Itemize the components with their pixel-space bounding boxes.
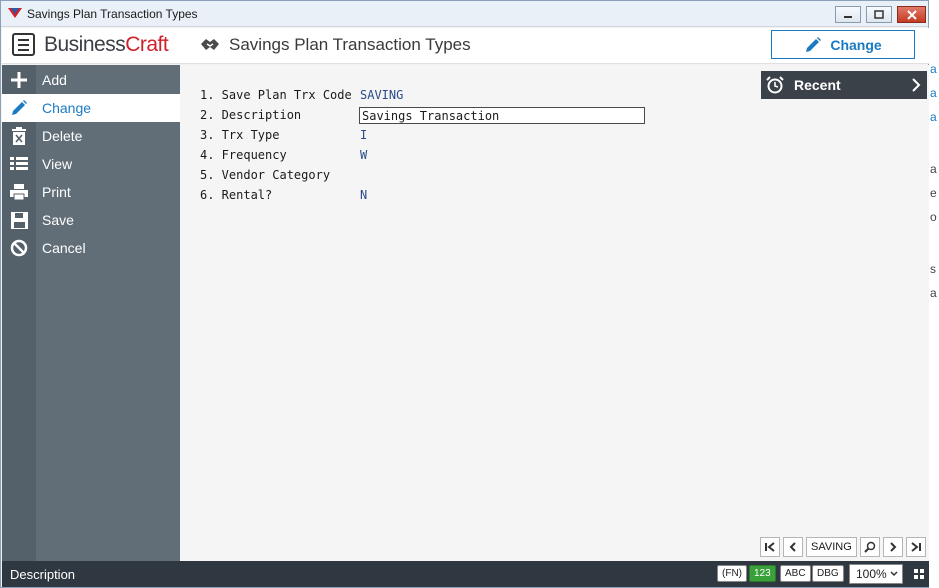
- bg-text-fragment: o: [930, 210, 937, 224]
- change-mode-label: Change: [830, 36, 882, 53]
- chevron-right-icon: [890, 542, 897, 552]
- chevron-left-icon: [789, 542, 796, 552]
- hamburger-line: [18, 43, 29, 46]
- search-icon: [864, 541, 876, 553]
- numlock-badge[interactable]: 123: [749, 565, 776, 582]
- record-navigator: SAVING: [760, 537, 926, 557]
- app-window: Savings Plan Transaction Types BusinessC…: [0, 0, 929, 588]
- debug-badge[interactable]: DBG: [812, 565, 844, 582]
- previous-record-button[interactable]: [783, 537, 803, 557]
- app-header: BusinessCraft Savings Plan Transaction T…: [2, 28, 929, 64]
- sidebar-item-label: Change: [42, 100, 92, 116]
- field-label: 2. Description: [200, 108, 302, 122]
- close-button[interactable]: [897, 6, 926, 23]
- floppy-icon: [10, 211, 28, 229]
- field-rental: 6. Rental? N: [200, 186, 367, 204]
- sidebar-item-label: Cancel: [42, 240, 86, 256]
- first-record-button[interactable]: [760, 537, 780, 557]
- field-label: 6. Rental?: [200, 188, 273, 202]
- field-value: SAVING: [360, 88, 404, 102]
- handshake-icon: [201, 39, 219, 50]
- field-label: 5. Vendor Category: [200, 168, 331, 182]
- recent-panel-button[interactable]: Recent: [761, 71, 927, 99]
- bg-text-fragment: a: [930, 286, 937, 300]
- field-vendor-category: 5. Vendor Category: [200, 166, 360, 184]
- status-bar: Description (FN) 123 ABC DBG 100%: [2, 561, 929, 587]
- sidebar-item-label: Save: [42, 212, 74, 228]
- recent-label: Recent: [794, 77, 841, 93]
- next-record-button[interactable]: [882, 537, 903, 557]
- grid-icon[interactable]: [914, 569, 924, 579]
- caps-badge[interactable]: ABC: [780, 565, 811, 582]
- sidebar-item-add[interactable]: Add: [2, 66, 180, 94]
- field-label: 1. Save Plan Trx Code: [200, 88, 352, 102]
- chevron-right-icon: [912, 78, 921, 92]
- close-icon: [906, 9, 917, 20]
- field-save-plan-trx-code: 1. Save Plan Trx Code SAVING: [200, 86, 403, 104]
- trash-icon: [12, 127, 26, 145]
- logo-text-business: Business: [44, 33, 126, 56]
- background-window-fragment: a a a a e o s a: [929, 0, 939, 588]
- title-bar: Savings Plan Transaction Types: [1, 1, 928, 27]
- list-icon: [10, 157, 28, 170]
- sidebar-item-view[interactable]: View: [2, 150, 180, 178]
- field-trx-type: 3. Trx Type I: [200, 126, 367, 144]
- first-record-icon: [765, 542, 775, 552]
- sidebar-item-label: Print: [42, 184, 71, 200]
- sidebar-item-label: Delete: [42, 128, 83, 144]
- bg-text-fragment: a: [930, 62, 937, 76]
- minimize-button[interactable]: [835, 6, 861, 23]
- bg-text-fragment: a: [930, 110, 937, 124]
- page-title: Savings Plan Transaction Types: [229, 35, 471, 54]
- current-record-code: SAVING: [806, 537, 857, 557]
- sidebar-item-save[interactable]: Save: [2, 206, 180, 234]
- window-title: Savings Plan Transaction Types: [27, 7, 198, 21]
- bg-text-fragment: e: [930, 186, 937, 200]
- sidebar-item-cancel[interactable]: Cancel: [2, 234, 180, 262]
- bg-text-fragment: a: [930, 86, 937, 100]
- hamburger-line: [18, 38, 29, 41]
- sidebar-item-label: Add: [42, 72, 67, 88]
- last-record-button[interactable]: [905, 537, 926, 557]
- last-record-icon: [911, 542, 921, 552]
- main-panel: 1. Save Plan Trx Code SAVING 2. Descript…: [180, 65, 929, 561]
- field-value: W: [360, 148, 368, 162]
- sidebar-item-print[interactable]: Print: [2, 178, 180, 206]
- search-record-button[interactable]: [859, 537, 880, 557]
- bg-text-fragment: a: [930, 162, 937, 176]
- sidebar: Add Change Delete View Print Save Cancel: [2, 65, 180, 561]
- alarm-clock-icon: [766, 76, 784, 94]
- sidebar-item-delete[interactable]: Delete: [2, 122, 180, 150]
- maximize-button[interactable]: [866, 6, 892, 23]
- field-description: 2. Description: [200, 106, 360, 124]
- pencil-icon: [806, 36, 822, 52]
- zoom-select[interactable]: 100%: [849, 564, 903, 584]
- field-value: I: [360, 128, 368, 142]
- logo-text-craft: Craft: [125, 33, 169, 56]
- sidebar-item-label: View: [42, 156, 73, 172]
- maximize-icon: [874, 9, 884, 19]
- printer-icon: [10, 184, 28, 200]
- sidebar-item-change[interactable]: Change: [2, 94, 180, 122]
- field-label: 4. Frequency: [200, 148, 287, 162]
- chevron-down-icon: [890, 571, 898, 577]
- status-text: Description: [10, 567, 76, 582]
- description-input[interactable]: [359, 107, 645, 124]
- field-frequency: 4. Frequency W: [200, 146, 367, 164]
- field-value: N: [360, 188, 368, 202]
- app-logo-icon: [8, 8, 22, 18]
- businesscraft-logo: BusinessCraft: [44, 33, 169, 57]
- menu-button[interactable]: [12, 33, 35, 56]
- cancel-icon: [10, 239, 28, 257]
- hamburger-line: [18, 48, 29, 51]
- field-label: 3. Trx Type: [200, 128, 280, 142]
- change-mode-button[interactable]: Change: [771, 30, 915, 59]
- bg-text-fragment: s: [930, 262, 936, 276]
- plus-icon: [11, 72, 27, 88]
- fn-key-badge[interactable]: (FN): [717, 565, 747, 582]
- pencil-icon: [12, 100, 27, 115]
- zoom-value: 100%: [856, 567, 887, 581]
- minimize-icon: [844, 15, 852, 18]
